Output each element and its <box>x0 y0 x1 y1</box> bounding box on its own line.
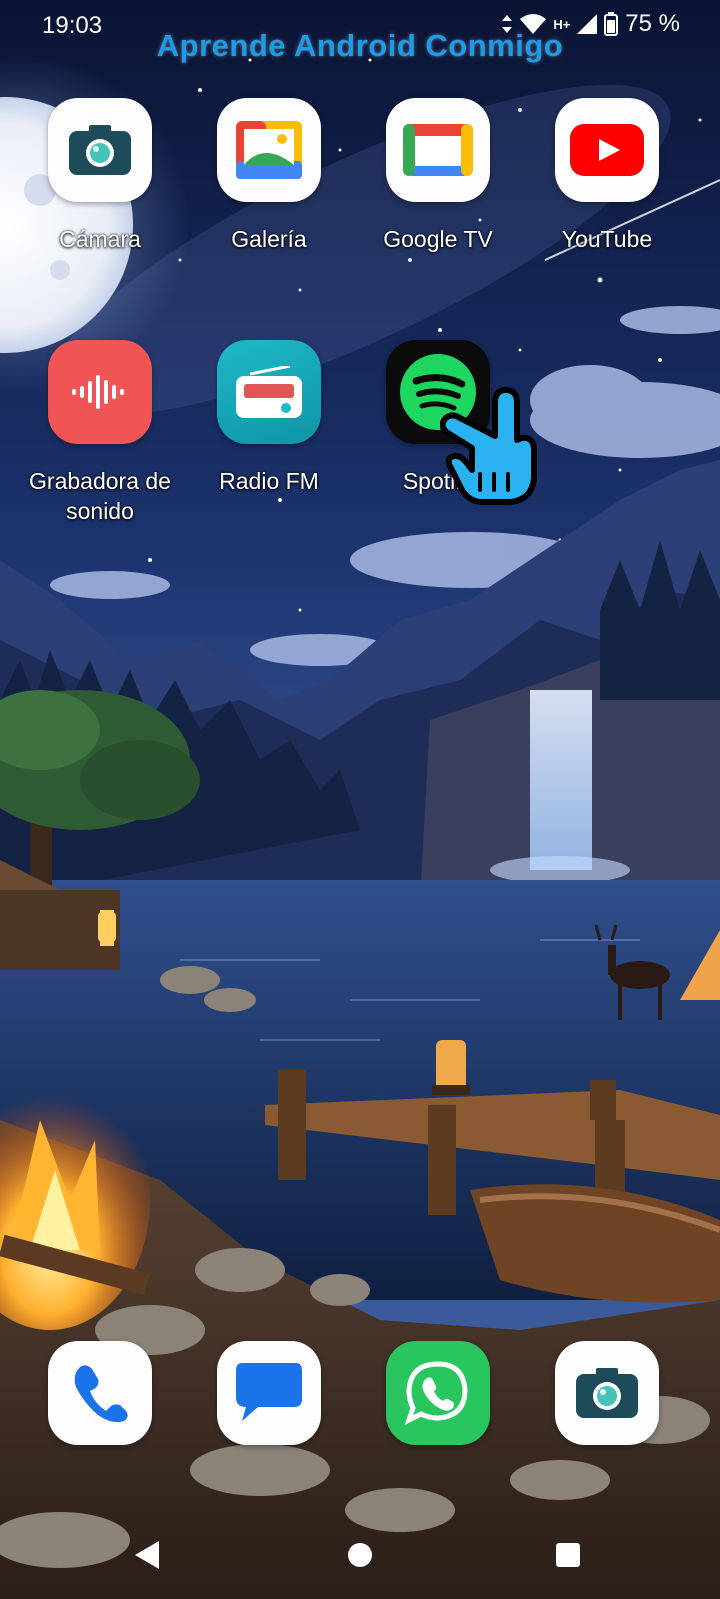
home-icon[interactable] <box>330 1525 390 1585</box>
pointing-hand-icon <box>440 387 537 505</box>
app-label: YouTube <box>561 226 653 252</box>
messages-icon[interactable] <box>217 1341 321 1445</box>
google-tv-icon[interactable] <box>386 98 490 202</box>
app-label: Radio FM <box>219 468 319 494</box>
whatsapp-icon[interactable] <box>386 1341 490 1445</box>
channel-watermark: Aprende Android Conmigo <box>156 28 564 63</box>
navigation-bar <box>0 1505 720 1599</box>
app-youtube[interactable]: YouTube <box>527 98 687 254</box>
app-label: Grabadora de sonido <box>29 468 171 524</box>
gallery-icon[interactable] <box>217 98 321 202</box>
app-gallery[interactable]: Galería <box>189 98 349 254</box>
app-radio-fm[interactable]: Radio FM <box>189 340 349 496</box>
dock-messages[interactable] <box>189 1341 349 1445</box>
sound-recorder-icon[interactable] <box>48 340 152 444</box>
radio-icon[interactable] <box>217 340 321 444</box>
camera-icon[interactable] <box>48 98 152 202</box>
dock-whatsapp[interactable] <box>358 1341 518 1445</box>
app-google-tv[interactable]: Google TV <box>358 98 518 254</box>
dock-phone[interactable] <box>20 1341 180 1445</box>
camera-icon[interactable] <box>555 1341 659 1445</box>
back-icon[interactable] <box>118 1525 178 1585</box>
recents-icon[interactable] <box>538 1525 598 1585</box>
app-label: Galería <box>231 226 307 252</box>
app-camera[interactable]: Cámara <box>20 98 180 254</box>
youtube-icon[interactable] <box>555 98 659 202</box>
phone-icon[interactable] <box>48 1341 152 1445</box>
app-sound-recorder[interactable]: Grabadora de sonido <box>20 340 180 526</box>
app-label: Cámara <box>59 226 141 252</box>
app-label: Google TV <box>383 226 493 252</box>
dock-camera[interactable] <box>527 1341 687 1445</box>
